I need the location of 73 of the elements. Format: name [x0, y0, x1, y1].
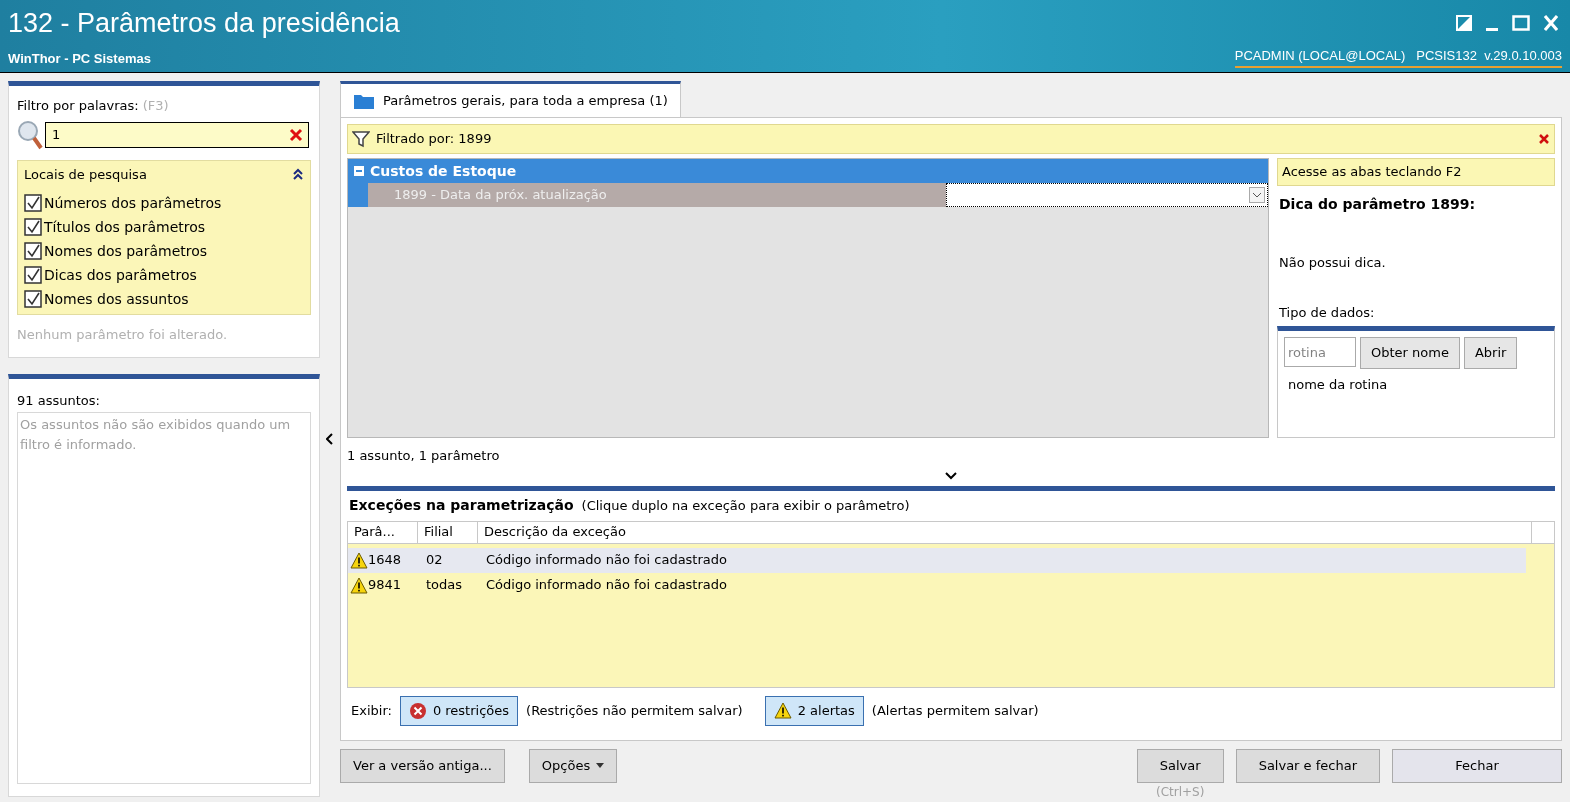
window-title: 132 - Parâmetros da presidência: [8, 7, 400, 40]
grid-status: 1 assunto, 1 parâmetro: [347, 447, 501, 465]
warning-icon: [773, 702, 792, 719]
maximize-icon: [1512, 15, 1530, 31]
hint-title: Dica do parâmetro 1899:: [1278, 195, 1477, 214]
group-header[interactable]: Custos de Estoque: [348, 159, 1268, 183]
group-title: Custos de Estoque: [370, 161, 517, 181]
checkbox[interactable]: [24, 194, 42, 212]
subjects-count: 91 assuntos:: [17, 391, 101, 410]
user-info: PCADMIN (LOCAL@LOCAL) PCSIS132 v.29.0.10.003: [1234, 45, 1562, 68]
routine-field[interactable]: rotina: [1284, 337, 1356, 367]
toggle-note: (Alertas permitem salvar): [871, 701, 1039, 720]
hint-text: Não possui dica.: [1278, 254, 1387, 272]
clear-icon[interactable]: [289, 127, 303, 142]
minimize-icon: [1486, 27, 1498, 31]
subjects-note: Os assuntos não são exibidos quando um filtro é informado.: [17, 412, 311, 784]
checkbox-label: Números dos parâmetros: [44, 193, 222, 213]
checkbox[interactable]: [24, 218, 42, 236]
value-dropdown[interactable]: [946, 183, 1268, 207]
toggle-note: (Restrições não permitem salvar): [526, 701, 743, 720]
funnel-icon: [352, 130, 370, 148]
routine-name: nome da rotina: [1287, 376, 1389, 394]
table-row[interactable]: 9841 todas Código informado não foi cadastrado: [348, 572, 1554, 598]
data-type-label: Tipo de dados:: [1278, 303, 1376, 322]
table-cell-text: todas: [425, 576, 464, 595]
group-indent-bar: [348, 183, 368, 207]
table-row[interactable]: 1648 02 Código informado não foi cadastrado: [348, 547, 1526, 573]
filter-toggle[interactable]: 0 restrições: [399, 695, 519, 726]
warning-icon: [350, 576, 368, 594]
button[interactable]: Obter nome: [1360, 337, 1460, 369]
table-cell-text: Código informado não foi cadastrado: [485, 551, 728, 570]
table-cell-text: 1648: [368, 551, 403, 570]
filter-text: Filtrado por: 1899: [376, 130, 493, 149]
info-banner: Acesse as abas teclando F2: [1277, 158, 1555, 186]
magnifier-icon: [17, 119, 43, 150]
checkbox[interactable]: [24, 290, 42, 308]
column-header[interactable]: Parâ...: [348, 521, 418, 543]
button[interactable]: Abrir: [1463, 337, 1518, 369]
button[interactable]: Fechar: [1392, 748, 1562, 783]
close-icon: [1538, 133, 1550, 145]
close-icon: [1544, 15, 1558, 31]
shortcut-hint: (F3): [142, 97, 169, 115]
checkbox-label: Nomes dos parâmetros: [44, 241, 208, 261]
button[interactable]: Salvar e fechar: [1235, 748, 1380, 783]
checkbox-label: Títulos dos parâmetros: [44, 217, 206, 237]
filter-label: Filtro por palavras:: [17, 97, 139, 115]
show-label: Exibir:: [351, 701, 392, 720]
chevron-down-icon: [1249, 187, 1265, 203]
table-cell-text: 9841: [368, 576, 403, 595]
section-title: Locais de pesquisa: [24, 165, 147, 184]
caret-icon: [596, 763, 605, 768]
shortcut-hint: (Ctrl+S): [1156, 783, 1205, 801]
filter-toggle[interactable]: 2 alertas: [764, 695, 864, 726]
table-cell-text: Código informado não foi cadastrado: [485, 576, 728, 595]
button[interactable]: Ver a versão antiga...: [340, 748, 505, 783]
checkbox[interactable]: [24, 266, 42, 284]
app-subtitle: WinThor - PC Sistemas: [8, 49, 151, 68]
filter-field[interactable]: 1: [45, 121, 309, 148]
checkbox[interactable]: [24, 242, 42, 260]
tab[interactable]: Parâmetros gerais, para toda a empresa (1): [340, 81, 681, 117]
error-icon: [408, 701, 427, 720]
restore-icon: [1456, 15, 1472, 31]
button[interactable]: Salvar: [1136, 748, 1224, 783]
checkbox-label: Dicas dos parâmetros: [44, 265, 197, 285]
table-cell-text: 02: [425, 551, 444, 570]
column-header[interactable]: Filial: [418, 521, 478, 543]
button[interactable]: Opções: [528, 748, 618, 783]
section-title: Exceções na parametrização: [349, 496, 574, 515]
warning-icon: [350, 551, 368, 569]
checkbox-label: Nomes dos assuntos: [44, 289, 189, 309]
column-header[interactable]: Descrição da exceção: [478, 521, 1532, 543]
section-subtitle: (Clique duplo na exceção para exibir o parâmetro): [581, 496, 910, 515]
status-text: Nenhum parâmetro foi alterado.: [17, 326, 229, 344]
